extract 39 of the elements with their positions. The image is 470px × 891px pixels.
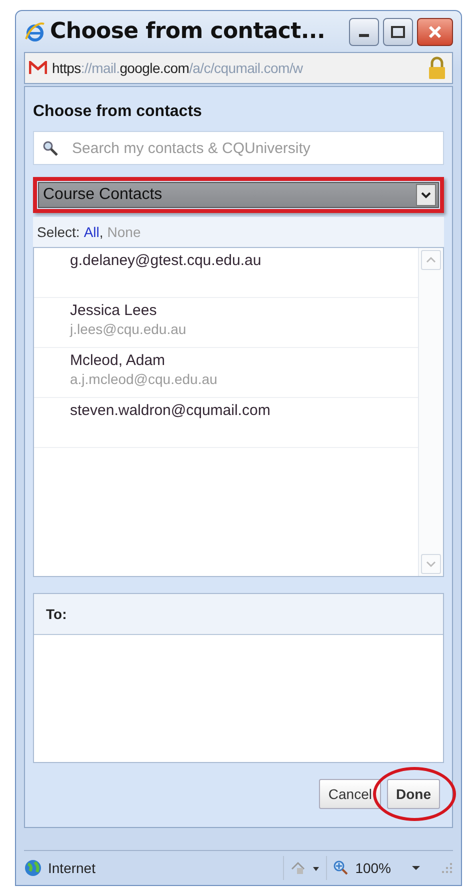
mail-logo-icon (29, 61, 47, 76)
address-bar[interactable]: https://mail.google.com/a/c/cqumail.com/w (24, 52, 453, 84)
minimize-icon (359, 34, 369, 38)
contact-name: Mcleod, Adam (70, 352, 166, 370)
browser-logo-icon (24, 20, 46, 43)
scroll-down-icon (426, 561, 436, 568)
zoom-level[interactable]: 100% (355, 860, 391, 876)
dialog-button[interactable]: Done (387, 779, 440, 810)
separator-text: , (99, 224, 104, 240)
url-text: https://mail.google.com/a/c/cqumail.com/w (52, 60, 304, 76)
padlock-icon (426, 56, 448, 80)
contact-email: j.lees@cqu.edu.au (70, 321, 188, 338)
close-icon (427, 24, 443, 40)
window-title: Choose from contact... (50, 19, 326, 44)
contact-name: steven.waldron@cqumail.com (70, 402, 272, 420)
search-field[interactable]: Search my contacts & CQUniversity (33, 131, 444, 166)
scrollbar[interactable] (418, 248, 443, 576)
caret-icon[interactable] (411, 865, 421, 872)
protected-mode-icon[interactable] (290, 860, 320, 876)
resize-grip-icon[interactable] (441, 862, 453, 874)
group-dropdown[interactable]: Course Contacts (38, 182, 439, 208)
select-link[interactable]: All (84, 224, 100, 240)
globe-icon (24, 859, 42, 878)
recipients-box[interactable]: To: (33, 593, 444, 764)
contact-email: a.j.mcleod@cqu.edu.au (70, 371, 218, 388)
to-label: To: (46, 606, 67, 622)
zone-text: Internet (48, 860, 96, 876)
zoom-icon[interactable] (333, 860, 350, 876)
maximize-button[interactable] (383, 18, 413, 46)
scroll-up-icon (426, 257, 436, 264)
select-label: Select: (37, 224, 80, 240)
minimize-button[interactable] (349, 18, 379, 46)
dialog-heading: Choose from contacts (33, 103, 203, 122)
maximize-icon (391, 26, 405, 38)
close-button[interactable] (417, 18, 453, 46)
dialog-button[interactable]: Cancel (319, 779, 381, 810)
contact-name: g.delaney@gtest.cqu.edu.au (70, 252, 262, 270)
caret-icon (421, 191, 431, 200)
contact-name: Jessica Lees (70, 302, 158, 320)
